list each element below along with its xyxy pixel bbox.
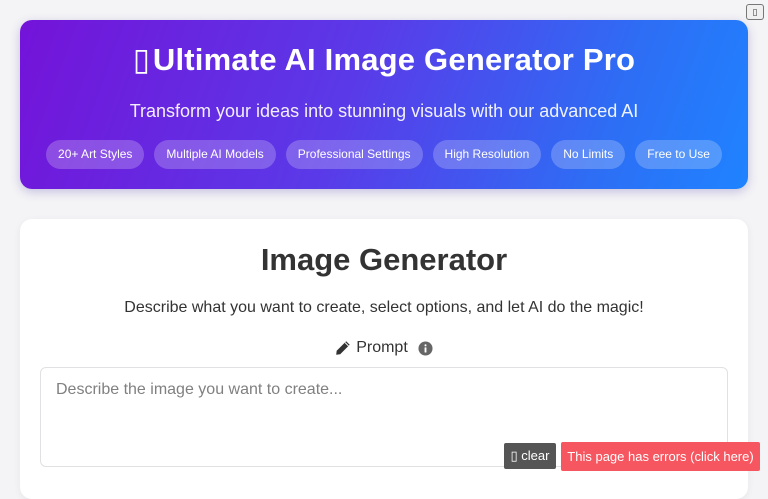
clear-label: clear xyxy=(521,448,550,463)
feature-chip: 20+ Art Styles xyxy=(46,140,145,169)
generator-title: Image Generator xyxy=(260,242,508,277)
feature-chip: Multiple AI Models xyxy=(154,140,276,169)
pencil-icon xyxy=(336,341,350,355)
page-errors-button[interactable]: This page has errors (click here) xyxy=(561,442,760,471)
hero-title: ▯Ultimate AI Image Generator Pro xyxy=(20,42,748,78)
info-icon[interactable] xyxy=(418,340,433,356)
corner-toggle-button[interactable]: ▯ xyxy=(746,4,764,20)
hero-subtitle: Transform your ideas into stunning visua… xyxy=(129,101,639,121)
clear-icon: ▯ xyxy=(510,448,518,463)
prompt-label: Prompt xyxy=(356,339,408,356)
feature-chip: Free to Use xyxy=(635,140,722,169)
hero-title-text: Ultimate AI Image Generator Pro xyxy=(152,42,636,77)
prompt-label-row: Prompt xyxy=(20,339,748,357)
feature-chip: Professional Settings xyxy=(285,140,423,169)
feature-chips: 20+ Art Styles Multiple AI Models Profes… xyxy=(20,140,748,169)
clear-button[interactable]: ▯ clear xyxy=(504,443,556,469)
feature-chip: No Limits xyxy=(551,140,626,169)
hero-banner: ▯Ultimate AI Image Generator Pro Transfo… xyxy=(20,20,748,189)
feature-chip: High Resolution xyxy=(432,140,542,169)
generator-description: Describe what you want to create, select… xyxy=(124,299,644,316)
sparkle-icon: ▯ xyxy=(132,42,151,77)
